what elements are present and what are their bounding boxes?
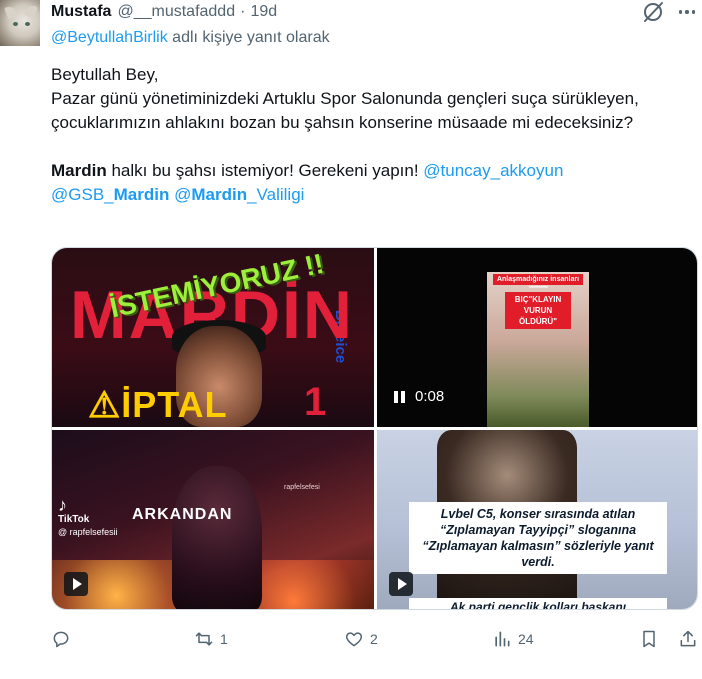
- tiktok-watermark: ♪ TikTok @ rapfelsefesii: [58, 496, 118, 538]
- media-video-3[interactable]: Lvbel C5, konser sırasında atılan “Zıpla…: [377, 430, 697, 609]
- avatar-cat-eye: [25, 22, 30, 26]
- video-subheadline: Ak parti gençlik kolları başkanı: [409, 598, 667, 609]
- bookmark-button[interactable]: [639, 627, 659, 651]
- avatar-cat-ear: [24, 3, 38, 19]
- video-caption-main: BIÇ"KLAYIN VURUN ÖLDÜRÜ": [505, 292, 571, 329]
- tweet-line: Mardin halkı bu şahsı istemiyor! Gereken…: [51, 159, 696, 183]
- video-watermark: rapfelsefesi: [284, 484, 320, 491]
- view-count: 24: [518, 631, 534, 647]
- views-button[interactable]: 24: [492, 627, 534, 651]
- tweet-line-text: halkı bu şahsı istemiyor! Gerekeni yapın…: [106, 161, 424, 180]
- avatar[interactable]: [0, 0, 40, 46]
- tiktok-label: TikTok: [58, 514, 90, 525]
- reply-button[interactable]: [51, 627, 77, 651]
- avatar-cat-eye: [13, 22, 18, 26]
- more-icon[interactable]: [676, 2, 698, 22]
- views-icon: [495, 631, 510, 647]
- play-icon[interactable]: [389, 572, 413, 596]
- bookmark-icon: [643, 630, 655, 648]
- tweet-text: Beytullah Bey, Pazar günü yönetiminizdek…: [51, 63, 696, 207]
- author-name[interactable]: Mustafa: [51, 3, 111, 21]
- video-caption-top: Anlaşmadığınız insanları: [493, 274, 583, 285]
- tiktok-user: @ rapfelsefesii: [58, 527, 118, 537]
- share-icon: [680, 630, 696, 647]
- mention-link[interactable]: @tuncay_akkoyun: [423, 161, 563, 180]
- avatar-cat-ear: [4, 4, 18, 20]
- tile-badge: 1: [304, 380, 327, 424]
- tweet-header: Mustafa @__mustafaddd · 19d: [51, 2, 277, 22]
- media-video-1[interactable]: Anlaşmadığınız insanları ************** …: [377, 248, 697, 427]
- retweet-count: 1: [220, 631, 228, 647]
- tweet-line: Pazar günü yönetiminizdeki Artuklu Spor …: [51, 89, 639, 132]
- media-grid: Blueice Blueice MARDİN İSTEMİYORUZ !! ⚠İ…: [51, 247, 698, 610]
- tweet-line: Beytullah Bey,: [51, 65, 159, 84]
- tiktok-icon: ♪: [58, 495, 67, 515]
- media-video-2[interactable]: rapfelsefesi ARKANDAN ♪ TikTok @ rapfels…: [52, 430, 374, 609]
- video-duration: 0:08: [415, 388, 445, 405]
- retweet-button[interactable]: 1: [194, 627, 228, 651]
- video-controls[interactable]: 0:08: [394, 388, 444, 405]
- reply-suffix: adlı kişiye yanıt olarak: [167, 29, 330, 46]
- retweet-icon: [195, 632, 213, 646]
- like-button[interactable]: 2: [344, 627, 378, 651]
- tweet-actions: 1 2 24: [51, 627, 698, 651]
- tile-bottom-text: ⚠İPTAL: [88, 384, 228, 425]
- media-image-1[interactable]: Blueice Blueice MARDİN İSTEMİYORUZ !! ⚠İ…: [52, 248, 374, 427]
- reply-to-mention[interactable]: @BeytullahBirlik: [51, 29, 168, 46]
- mention-link[interactable]: @Mardin_Valiligi: [174, 185, 304, 204]
- play-icon[interactable]: [64, 572, 88, 596]
- tweet-time[interactable]: 19d: [250, 3, 277, 21]
- reply-icon: [53, 631, 69, 648]
- video-title: ARKANDAN: [132, 506, 233, 523]
- like-icon: [345, 632, 363, 647]
- grok-icon[interactable]: [641, 1, 665, 23]
- tweet-line: @GSB_Mardin @Mardin_Valiligi: [51, 183, 696, 207]
- reply-context: @BeytullahBirlik adlı kişiye yanıt olara…: [51, 29, 330, 47]
- hashtag-bold: Mardin: [51, 161, 107, 180]
- pause-icon[interactable]: [394, 390, 405, 403]
- separator-dot: ·: [240, 3, 246, 20]
- author-handle[interactable]: @__mustafaddd: [117, 3, 235, 21]
- like-count: 2: [370, 631, 378, 647]
- share-button[interactable]: [678, 627, 698, 651]
- performer-silhouette: [172, 466, 262, 609]
- mention-link[interactable]: @GSB_Mardin: [51, 185, 169, 204]
- video-headline: Lvbel C5, konser sırasında atılan “Zıpla…: [409, 502, 667, 574]
